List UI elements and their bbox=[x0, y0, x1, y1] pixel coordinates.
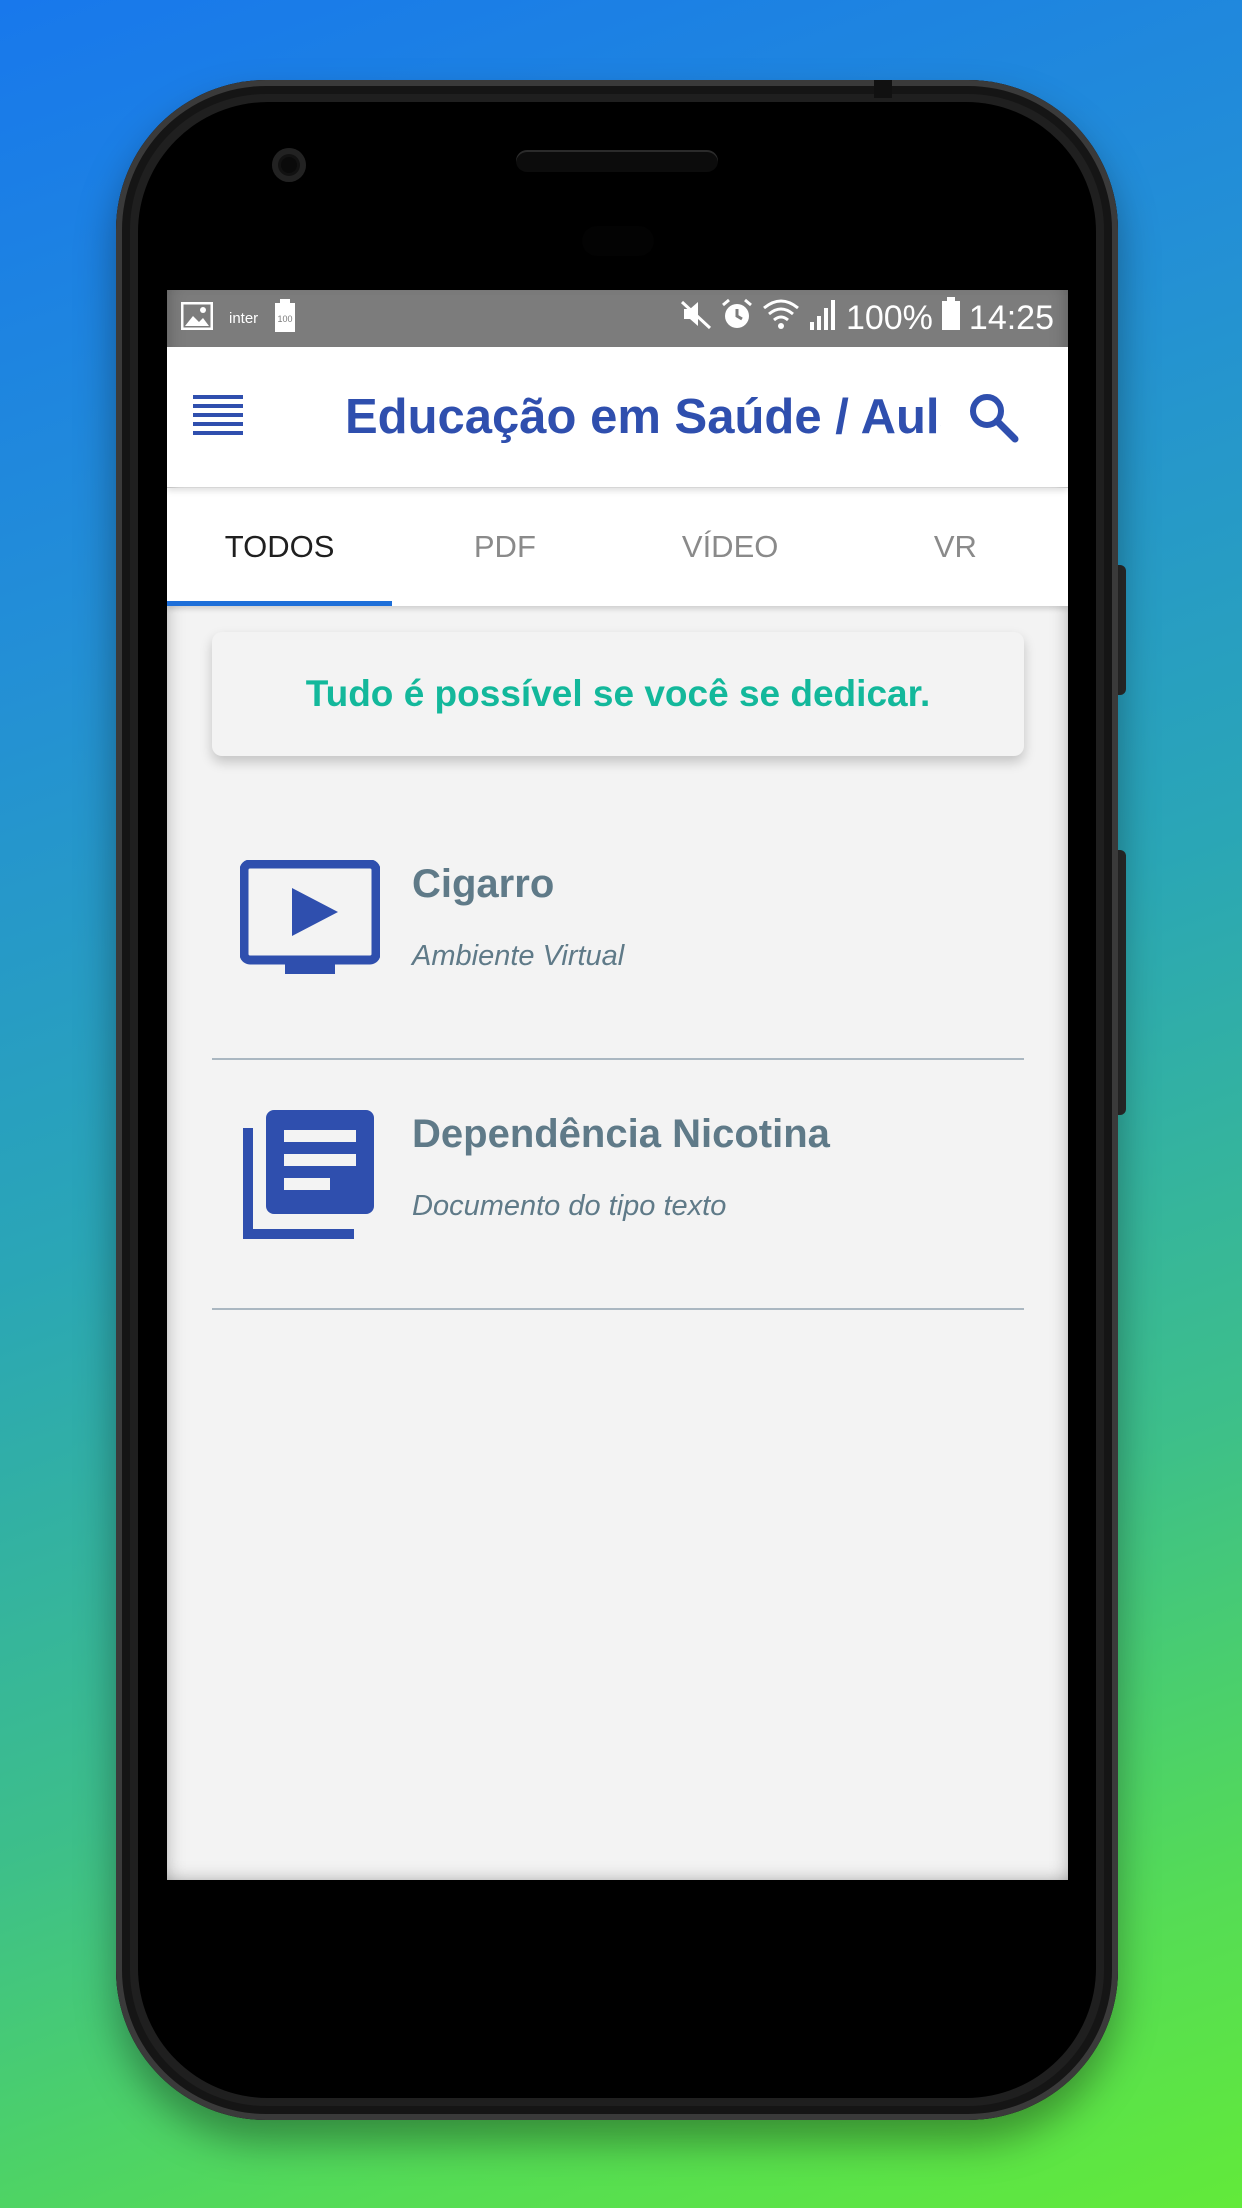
tab-video[interactable]: VÍDEO bbox=[618, 488, 843, 606]
wifi-icon bbox=[762, 298, 800, 339]
app-screen: inter 100 100% 14:25 Educação em Saúde /… bbox=[167, 290, 1068, 1880]
signal-icon bbox=[808, 298, 838, 339]
battery-saver-icon: 100 bbox=[274, 299, 296, 338]
page-title: Educação em Saúde / Aula bbox=[345, 390, 941, 444]
battery-icon bbox=[941, 297, 961, 340]
image-icon bbox=[180, 301, 214, 335]
menu-icon[interactable] bbox=[193, 395, 243, 435]
app-bar: Educação em Saúde / Aula bbox=[167, 347, 1068, 487]
clock: 14:25 bbox=[968, 299, 1054, 337]
search-icon[interactable] bbox=[967, 391, 1019, 443]
item-subtitle: Ambiente Virtual bbox=[412, 940, 625, 972]
item-title: Cigarro bbox=[412, 862, 555, 906]
tab-bar: TODOS PDF VÍDEO VR bbox=[167, 488, 1068, 606]
mute-icon bbox=[680, 298, 712, 339]
item-title: Dependência Nicotina bbox=[412, 1112, 830, 1156]
antenna-notch bbox=[874, 80, 892, 98]
list-item-cigarro[interactable]: Cigarro Ambiente Virtual bbox=[212, 810, 1024, 1060]
tab-todos[interactable]: TODOS bbox=[167, 488, 393, 606]
list-item-dependencia-nicotina[interactable]: Dependência Nicotina Documento do tipo t… bbox=[212, 1060, 1024, 1310]
earpiece-speaker bbox=[516, 150, 718, 172]
proximity-sensor bbox=[582, 226, 654, 256]
motto-banner: Tudo é possível se você se dedicar. bbox=[212, 632, 1024, 756]
battery-percent: 100% bbox=[845, 299, 933, 337]
tab-pdf[interactable]: PDF bbox=[392, 488, 617, 606]
carrier-label: inter bbox=[229, 310, 259, 327]
alarm-icon bbox=[720, 297, 754, 340]
document-library-icon bbox=[240, 1110, 380, 1240]
status-bar: inter 100 100% 14:25 bbox=[167, 290, 1068, 347]
svg-text:100: 100 bbox=[278, 314, 293, 324]
item-subtitle: Documento do tipo texto bbox=[412, 1190, 727, 1222]
front-camera bbox=[272, 148, 306, 182]
content-list: Cigarro Ambiente Virtual Dependência Nic… bbox=[212, 810, 1024, 1310]
tab-vr[interactable]: VR bbox=[843, 488, 1068, 606]
video-screen-icon bbox=[239, 859, 381, 990]
